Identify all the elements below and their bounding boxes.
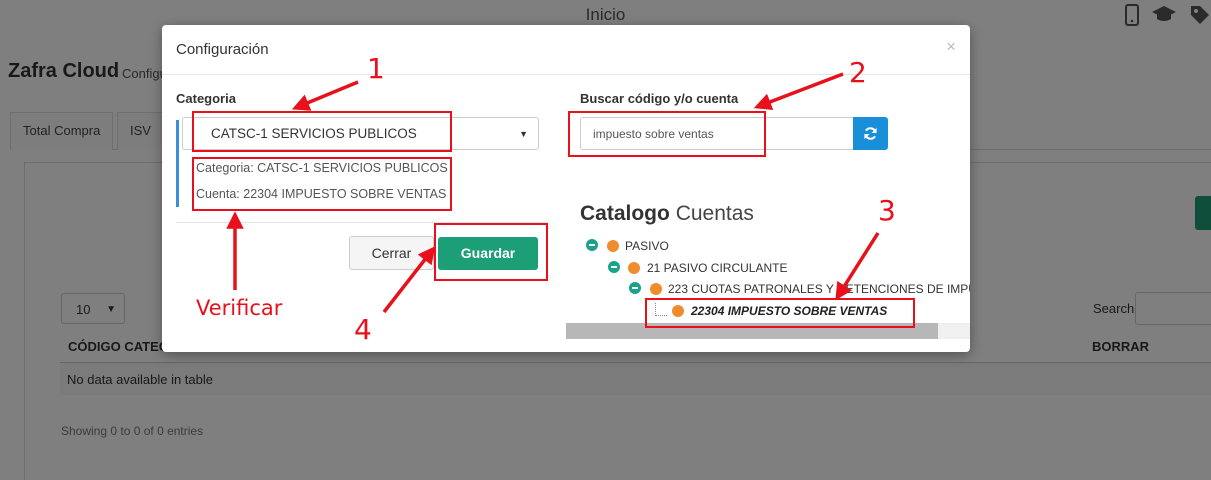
annotation-arrow-3 (835, 232, 880, 301)
annotation-number-1: 1 (367, 52, 385, 85)
annotation-number-4: 4 (354, 313, 372, 346)
annotation-box-search (568, 111, 766, 157)
annotation-arrows (226, 72, 880, 314)
annotation-box-guardar (434, 223, 548, 281)
annotation-arrow-1 (291, 80, 359, 111)
annotation-arrow-2 (753, 72, 844, 111)
annotation-box-verify (192, 157, 452, 211)
annotation-arrow-4 (382, 246, 436, 314)
annotation-box-categoria (192, 111, 452, 152)
annotation-verificar: Verificar (196, 296, 283, 320)
annotation-box-selected-account (645, 298, 915, 328)
annotation-number-3: 3 (878, 194, 896, 227)
annotation-number-2: 2 (849, 56, 867, 89)
